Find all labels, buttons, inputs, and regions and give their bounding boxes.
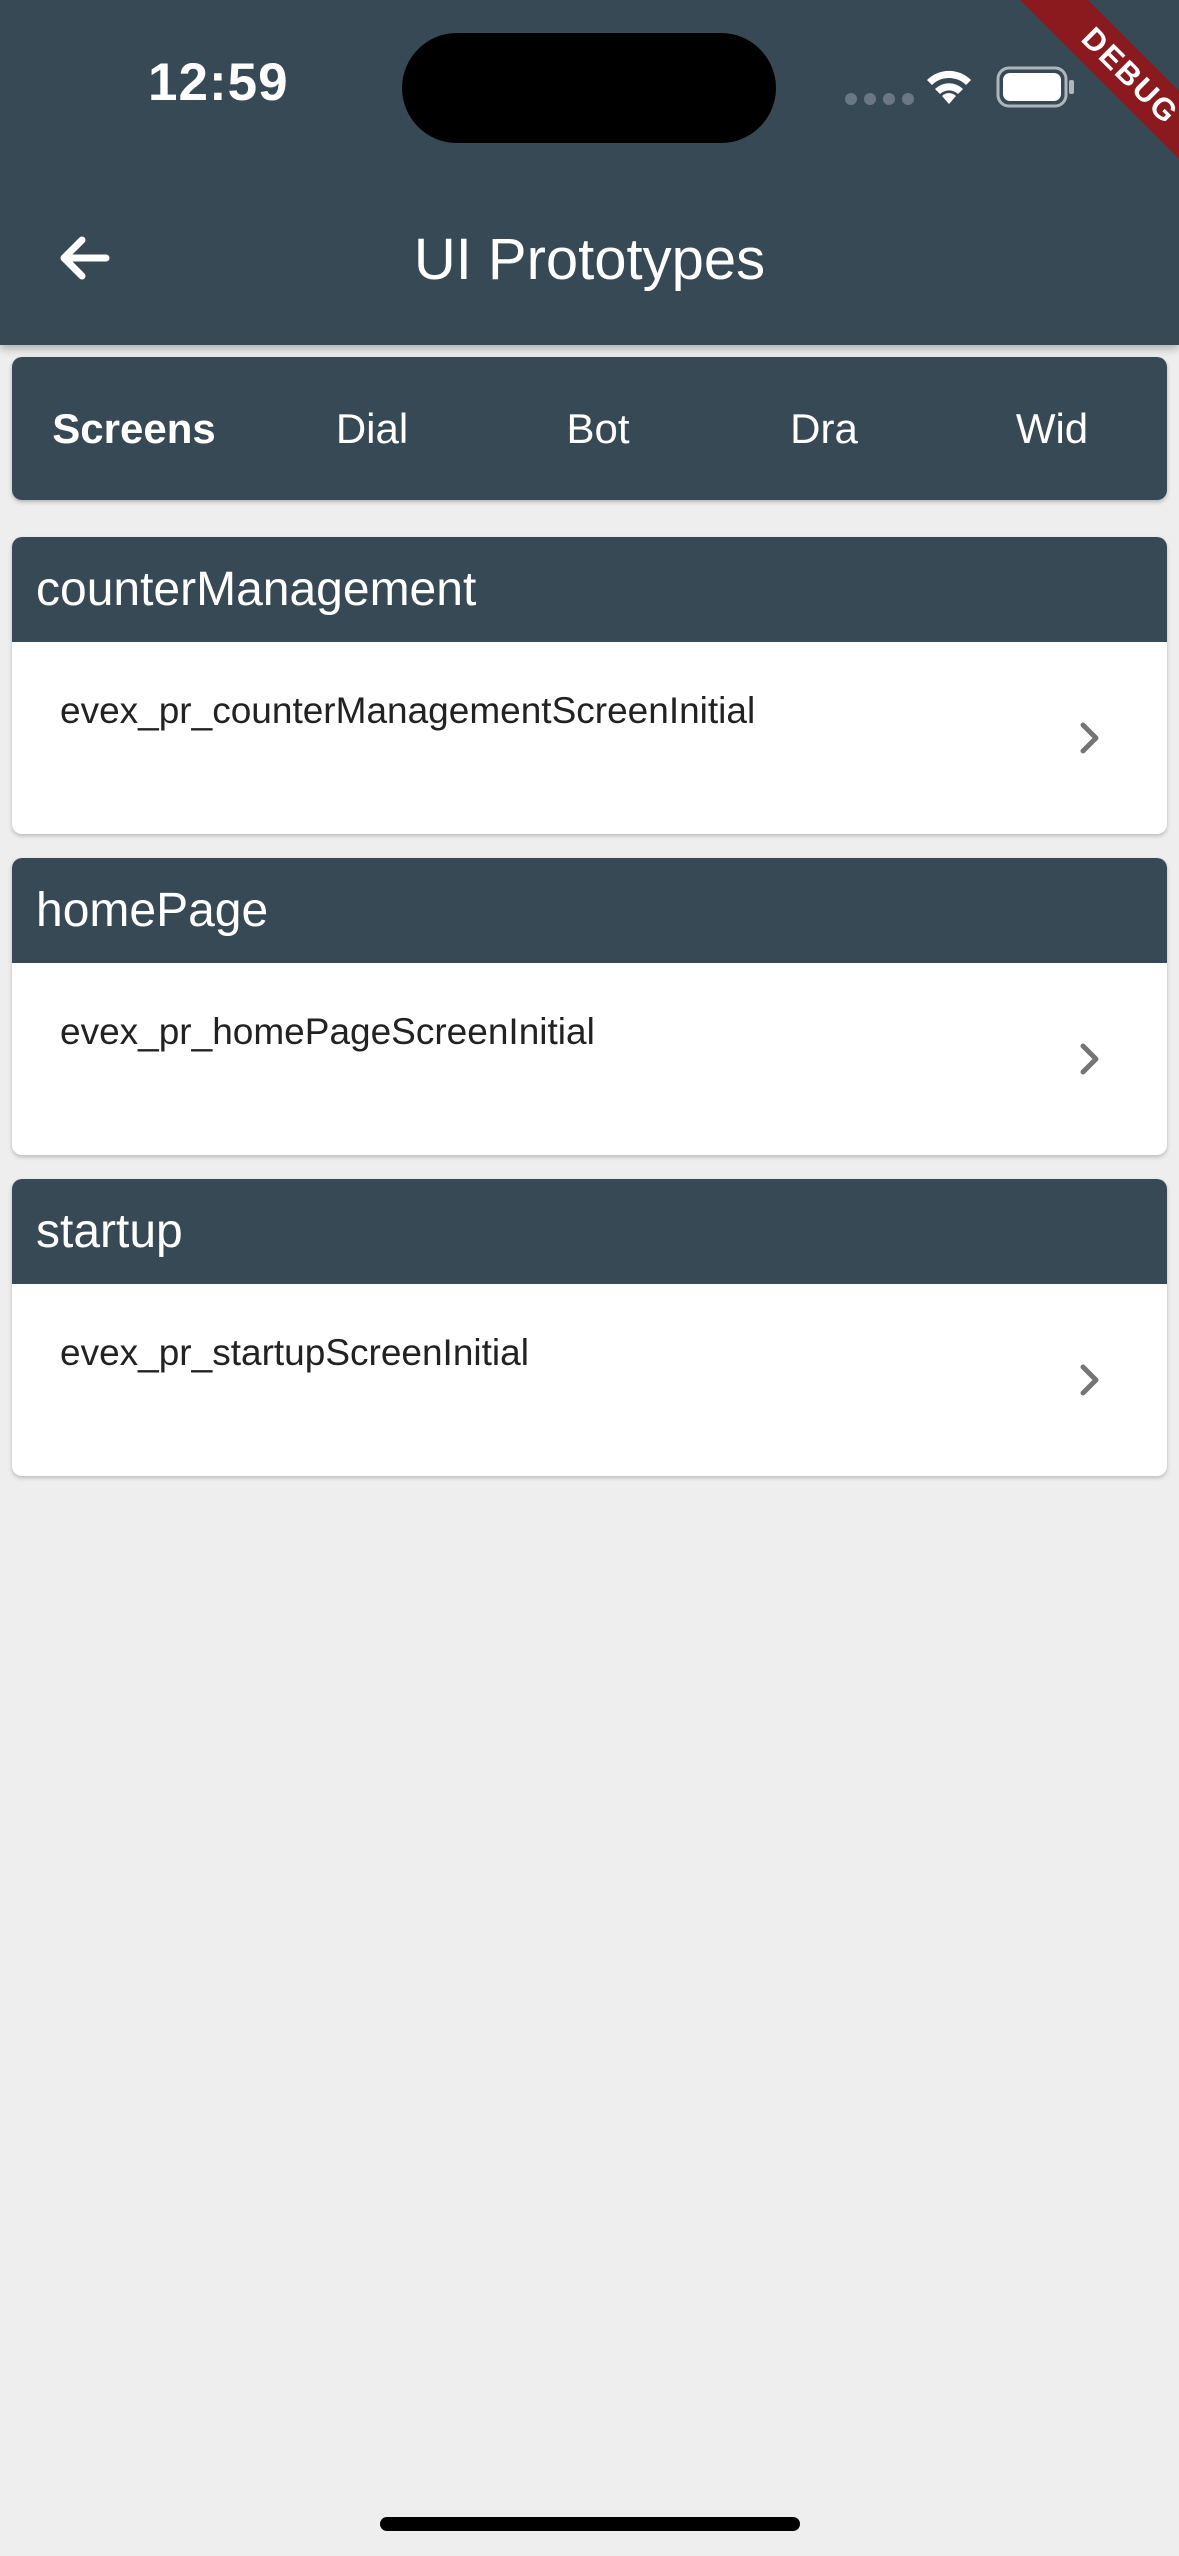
home-indicator[interactable]: [380, 2517, 800, 2531]
chevron-right-icon: [1080, 1043, 1099, 1075]
page-title: UI Prototypes: [413, 227, 766, 292]
list-item-label: evex_pr_startupScreenInitial: [60, 1332, 529, 1373]
list-item-label: evex_pr_homePageScreenInitial: [60, 1011, 595, 1052]
list-item-label: evex_pr_counterManagementScreenInitial: [60, 690, 756, 731]
tab-wid[interactable]: Wid: [939, 357, 1165, 500]
group-card-countermanagement: counterManagement evex_pr_counterManagem…: [12, 537, 1167, 834]
group-header: counterManagement: [12, 537, 1167, 642]
tab-bar: Screens Dial Bot Dra Wid: [12, 357, 1167, 500]
list-item[interactable]: evex_pr_startupScreenInitial: [12, 1284, 1167, 1476]
dynamic-island: [402, 33, 776, 143]
tab-bot[interactable]: Bot: [485, 357, 711, 500]
group-card-startup: startup evex_pr_startupScreenInitial: [12, 1179, 1167, 1476]
cellular-signal-icon: [845, 93, 914, 105]
list-item[interactable]: evex_pr_homePageScreenInitial: [12, 963, 1167, 1155]
debug-banner-label: DEBUG: [1006, 0, 1179, 200]
group-header: homePage: [12, 858, 1167, 963]
debug-banner: DEBUG: [960, 0, 1179, 219]
tab-dial[interactable]: Dial: [259, 357, 485, 500]
group-card-homepage: homePage evex_pr_homePageScreenInitial: [12, 858, 1167, 1155]
chevron-right-icon: [1080, 722, 1099, 754]
status-time: 12:59: [148, 53, 289, 112]
chevron-right-icon: [1080, 1364, 1099, 1396]
tab-dra[interactable]: Dra: [711, 357, 937, 500]
list-item[interactable]: evex_pr_counterManagementScreenInitial: [12, 642, 1167, 834]
group-header: startup: [12, 1179, 1167, 1284]
tab-screens[interactable]: Screens: [21, 357, 247, 500]
